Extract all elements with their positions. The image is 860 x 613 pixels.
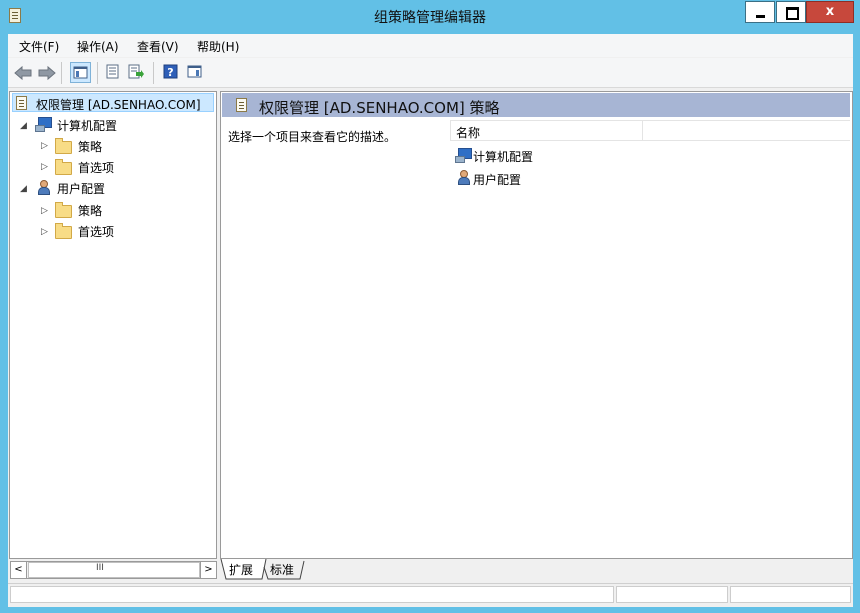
folder-icon (55, 138, 72, 154)
export-list-icon[interactable] (126, 62, 147, 83)
tree-user-policies[interactable]: 策略 (78, 202, 102, 219)
toolbar-separator (97, 62, 98, 84)
show-hide-console-tree-icon[interactable] (70, 62, 91, 83)
menu-bar (8, 34, 853, 57)
tree-computer-preferences[interactable]: 首选项 (78, 159, 114, 176)
description-text: 选择一个项目来查看它的描述。 (228, 130, 397, 144)
menu-help[interactable]: 帮助(H) (197, 38, 239, 55)
expand-icon[interactable]: ▷ (41, 227, 48, 237)
close-button[interactable]: x (806, 1, 854, 23)
menu-file[interactable]: 文件(F) (19, 38, 59, 55)
properties-icon[interactable] (103, 62, 124, 83)
status-cell-main (10, 586, 614, 603)
user-config-icon (35, 180, 50, 195)
scroll-left-button[interactable]: < (10, 561, 27, 579)
tree-root-label[interactable]: 权限管理 [AD.SENHAO.COM] (36, 96, 201, 113)
gpo-icon (16, 96, 27, 110)
gpo-icon (236, 98, 247, 112)
folder-icon (55, 202, 72, 218)
maximize-button[interactable] (776, 1, 806, 23)
computer-config-icon (35, 117, 52, 132)
tab-extended[interactable]: 扩展 (229, 561, 253, 578)
list-item-computer-config[interactable]: 计算机配置 (473, 148, 533, 165)
collapse-icon[interactable]: ◢ (20, 184, 27, 194)
minimize-button[interactable] (745, 1, 775, 23)
back-icon[interactable] (14, 65, 32, 81)
computer-config-icon (455, 148, 472, 163)
menu-view[interactable]: 查看(V) (137, 38, 179, 55)
folder-icon (55, 223, 72, 239)
tree-user-config[interactable]: 用户配置 (57, 180, 105, 197)
results-pane[interactable] (220, 91, 853, 559)
tree-computer-config[interactable]: 计算机配置 (57, 117, 117, 134)
scroll-thumb[interactable] (28, 562, 200, 578)
column-header-label: 名称 (456, 126, 481, 140)
help-icon[interactable]: ? (161, 62, 182, 83)
user-config-icon (455, 170, 470, 185)
list-item-user-config[interactable]: 用户配置 (473, 171, 521, 188)
expand-icon[interactable]: ▷ (41, 141, 48, 151)
tab-strip (220, 559, 853, 581)
window-title: 组策略管理编辑器 (374, 10, 486, 26)
status-cell-3 (730, 586, 851, 603)
menu-action[interactable]: 操作(A) (77, 38, 119, 55)
forward-icon[interactable] (38, 65, 56, 81)
toolbar-separator (61, 62, 62, 84)
tree-computer-policies[interactable]: 策略 (78, 138, 102, 155)
column-header-empty[interactable] (643, 120, 850, 141)
folder-icon (55, 159, 72, 175)
tree-user-preferences[interactable]: 首选项 (78, 223, 114, 240)
collapse-icon[interactable]: ◢ (20, 121, 27, 131)
show-action-pane-icon[interactable] (185, 62, 206, 83)
toolbar-separator (153, 62, 154, 84)
scroll-right-button[interactable]: > (200, 561, 217, 579)
scroll-thumb-grip: III (96, 563, 104, 573)
expand-icon[interactable]: ▷ (41, 162, 48, 172)
expand-icon[interactable]: ▷ (41, 206, 48, 216)
svg-text:?: ? (167, 66, 173, 79)
tab-standard[interactable]: 标准 (270, 561, 294, 578)
results-title: 权限管理 [AD.SENHAO.COM] 策略 (259, 99, 500, 117)
status-cell-2 (616, 586, 728, 603)
